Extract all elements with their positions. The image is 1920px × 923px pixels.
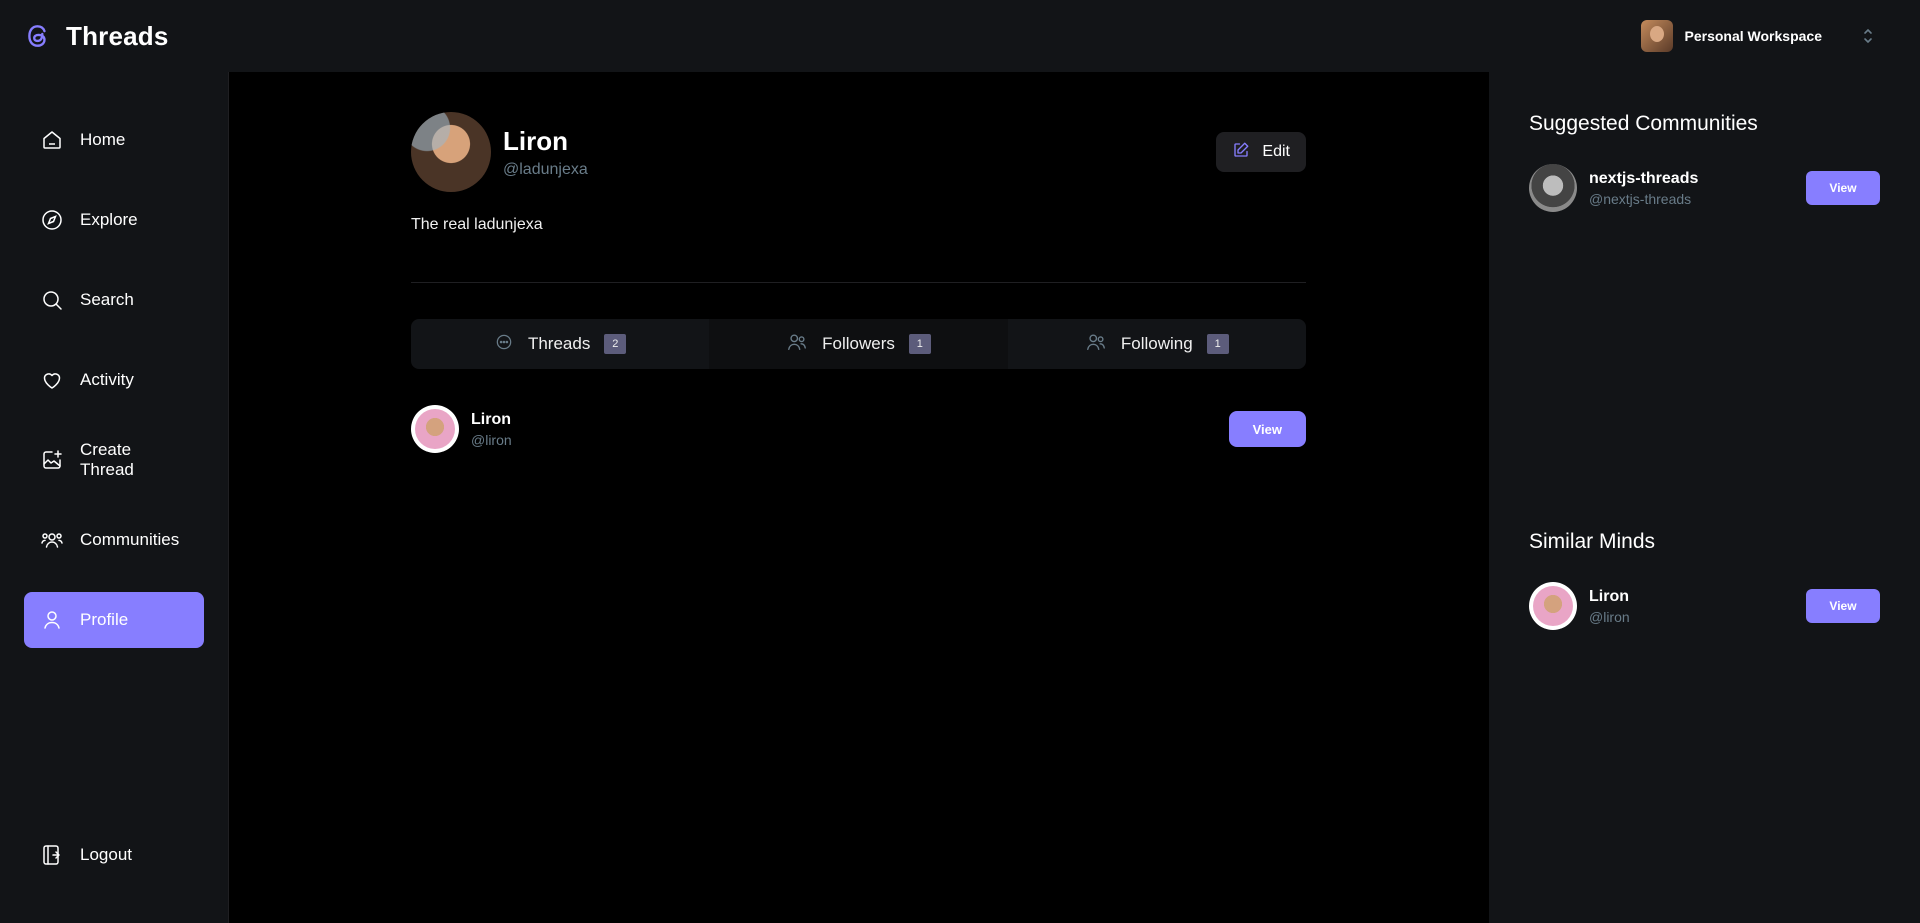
app-name: Threads	[66, 20, 169, 51]
profile-avatar	[411, 112, 491, 192]
tab-count-badge: 2	[604, 334, 627, 354]
workspace-switcher[interactable]: Personal Workspace	[1640, 20, 1874, 52]
sidebar-item-explore[interactable]: Explore	[24, 192, 204, 248]
tab-count-badge: 1	[1206, 334, 1229, 354]
edit-label: Edit	[1262, 143, 1290, 160]
top-bar: Threads Personal Workspace	[0, 0, 1920, 72]
sidebar-item-home[interactable]: Home	[24, 112, 204, 168]
tab-followers[interactable]: Followers 1	[709, 319, 1008, 369]
sidebar-item-label: Explore	[80, 210, 138, 229]
logout-icon	[40, 843, 64, 867]
workspace-avatar	[1640, 20, 1673, 52]
main-content: Liron @ladunjexa Edit The real ladunjexa…	[229, 72, 1489, 923]
tab-label: Following	[1120, 334, 1193, 353]
view-button[interactable]: View	[1228, 411, 1306, 447]
sidebar-item-label: Create Thread	[80, 440, 134, 479]
avatar	[411, 405, 459, 453]
heart-icon	[40, 368, 64, 392]
list-item: Liron @liron View	[411, 405, 1306, 453]
sidebar-item-label: Activity	[80, 370, 134, 389]
profile-section: Liron @ladunjexa Edit The real ladunjexa…	[411, 112, 1306, 453]
profile-tabs: Threads 2 Followers 1 Following 1	[411, 319, 1306, 369]
tab-label: Followers	[822, 334, 895, 353]
chevron-updown-icon	[1862, 27, 1874, 45]
edit-icon	[1232, 141, 1250, 164]
suggested-communities-title: Suggested Communities	[1529, 112, 1758, 135]
sidebar-item-profile[interactable]: Profile	[24, 592, 204, 648]
search-icon	[40, 288, 64, 312]
brand[interactable]: Threads	[24, 21, 169, 52]
sidebar-item-create-thread[interactable]: Create Thread	[24, 432, 204, 488]
profile-bio: The real ladunjexa	[411, 216, 543, 233]
tab-count-badge: 1	[908, 334, 931, 354]
similar-minds-title: Similar Minds	[1529, 530, 1656, 553]
tab-threads[interactable]: Threads 2	[411, 319, 709, 369]
profile-handle: @ladunjexa	[503, 160, 588, 178]
member-handle: @liron	[471, 431, 512, 448]
list-item: Liron @liron View	[1529, 582, 1880, 630]
left-sidebar: Home Explore Search Activity Create Thre…	[0, 72, 229, 923]
sidebar-item-label: Search	[80, 290, 134, 309]
users-icon	[1085, 331, 1107, 358]
user-handle: @liron	[1589, 608, 1630, 625]
workspace-name: Personal Workspace	[1684, 28, 1822, 44]
community-avatar	[1529, 164, 1577, 212]
profile-name: Liron	[503, 125, 568, 156]
logout-label: Logout	[80, 845, 132, 864]
sidebar-item-search[interactable]: Search	[24, 272, 204, 328]
sidebar-item-label: Communities	[80, 530, 180, 549]
list-item: nextjs-threads @nextjs-threads View	[1529, 164, 1880, 212]
similar-minds-section: Similar Minds Liron @liron View	[1529, 530, 1880, 630]
users-icon	[40, 528, 64, 552]
right-sidebar: Suggested Communities nextjs-threads @ne…	[1489, 72, 1920, 923]
compass-icon	[40, 208, 64, 232]
chat-bubble-icon	[494, 332, 514, 357]
view-button[interactable]: View	[1806, 171, 1880, 205]
community-handle: @nextjs-threads	[1589, 190, 1692, 207]
divider	[411, 282, 1306, 283]
user-icon	[40, 608, 64, 632]
sidebar-item-label: Profile	[80, 610, 129, 629]
sidebar-item-activity[interactable]: Activity	[24, 352, 204, 408]
avatar	[1529, 582, 1577, 630]
create-image-icon	[40, 448, 64, 472]
home-icon	[40, 128, 64, 152]
users-icon	[786, 331, 808, 358]
profile-header: Liron @ladunjexa Edit	[411, 112, 1306, 192]
community-name: nextjs-threads	[1589, 169, 1699, 187]
threads-logo-icon	[24, 22, 52, 50]
logout-button[interactable]: Logout	[24, 827, 204, 883]
user-name: Liron	[1589, 587, 1629, 605]
tab-following[interactable]: Following 1	[1008, 319, 1306, 369]
edit-profile-button[interactable]: Edit	[1216, 132, 1306, 172]
sidebar-item-communities[interactable]: Communities	[24, 512, 204, 568]
member-name: Liron	[471, 410, 511, 428]
tab-label: Threads	[527, 334, 591, 353]
sidebar-item-label: Home	[80, 130, 126, 149]
view-button[interactable]: View	[1806, 589, 1880, 623]
